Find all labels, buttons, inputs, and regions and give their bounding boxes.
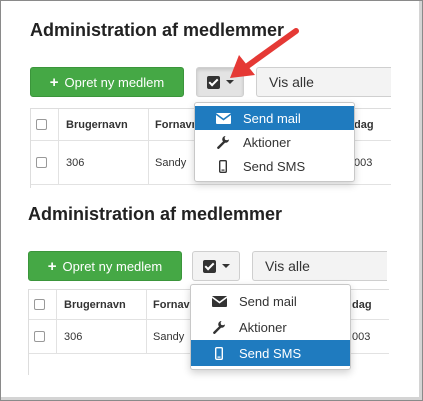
menu-item-label: Send mail <box>243 110 301 126</box>
cell-username: 306 <box>56 320 146 353</box>
envelope-icon <box>211 295 227 307</box>
menu-item-label: Aktioner <box>243 134 291 150</box>
filter-select-value: Vis alle <box>265 258 310 274</box>
menu-item-label: Send SMS <box>239 345 302 361</box>
row-checkbox[interactable] <box>36 157 47 168</box>
column-header-day[interactable]: dag <box>349 290 389 319</box>
column-header-day[interactable]: dag <box>351 109 391 140</box>
select-all-checkbox[interactable] <box>34 299 45 310</box>
menu-item-label: Aktioner <box>239 319 287 335</box>
menu-item-send-mail[interactable]: Send mail <box>191 288 350 314</box>
plus-icon: + <box>49 73 59 91</box>
menu-item-actions[interactable]: Aktioner <box>191 314 350 340</box>
create-member-label: Opret ny medlem <box>62 258 163 274</box>
page-title: Administration af medlemmer <box>28 204 283 224</box>
wrench-icon <box>215 135 231 149</box>
mobile-phone-icon <box>211 346 227 360</box>
annotation-arrow-icon <box>230 28 299 78</box>
row-checkbox-cell <box>34 320 56 353</box>
top-panel: Administration af medlemmer + Opret ny m… <box>0 0 423 200</box>
bottom-panel: Administration af medlemmer + Opret ny m… <box>0 200 423 401</box>
column-header-username[interactable]: Brugernavn <box>58 109 148 140</box>
column-header-username[interactable]: Brugernavn <box>56 290 146 319</box>
caret-down-icon <box>221 264 230 268</box>
menu-item-send-mail[interactable]: Send mail <box>195 106 354 130</box>
select-all-checkbox-cell <box>36 109 58 140</box>
create-member-button[interactable]: + Opret ny medlem <box>28 251 182 281</box>
select-all-checkbox[interactable] <box>36 119 47 130</box>
menu-item-label: Send mail <box>239 293 297 309</box>
checkbox-checked-icon <box>206 75 220 89</box>
select-all-checkbox-cell <box>34 290 56 319</box>
wrench-icon <box>211 320 227 334</box>
cell-day: 003 <box>352 330 371 343</box>
menu-item-send-sms[interactable]: Send SMS <box>191 340 350 366</box>
create-member-label: Opret ny medlem <box>64 74 165 90</box>
bulk-action-menu: Send mail Aktioner Send SMS <box>190 284 351 370</box>
create-member-button[interactable]: + Opret ny medlem <box>30 67 184 97</box>
cell-day: 003 <box>354 156 373 169</box>
plus-icon: + <box>47 257 57 275</box>
menu-item-actions[interactable]: Aktioner <box>195 130 354 154</box>
bulk-action-dropdown-button[interactable] <box>192 251 240 281</box>
menu-item-label: Send SMS <box>243 158 306 174</box>
bulk-action-menu: Send mail Aktioner Send SMS <box>194 102 355 182</box>
envelope-icon <box>215 112 231 124</box>
row-checkbox-cell <box>36 141 58 184</box>
cell-username: 306 <box>58 141 148 184</box>
row-checkbox[interactable] <box>34 331 45 342</box>
mobile-phone-icon <box>215 159 231 173</box>
checkbox-checked-icon <box>202 259 216 273</box>
filter-select[interactable]: Vis alle <box>252 251 387 281</box>
menu-item-send-sms[interactable]: Send SMS <box>195 154 354 178</box>
